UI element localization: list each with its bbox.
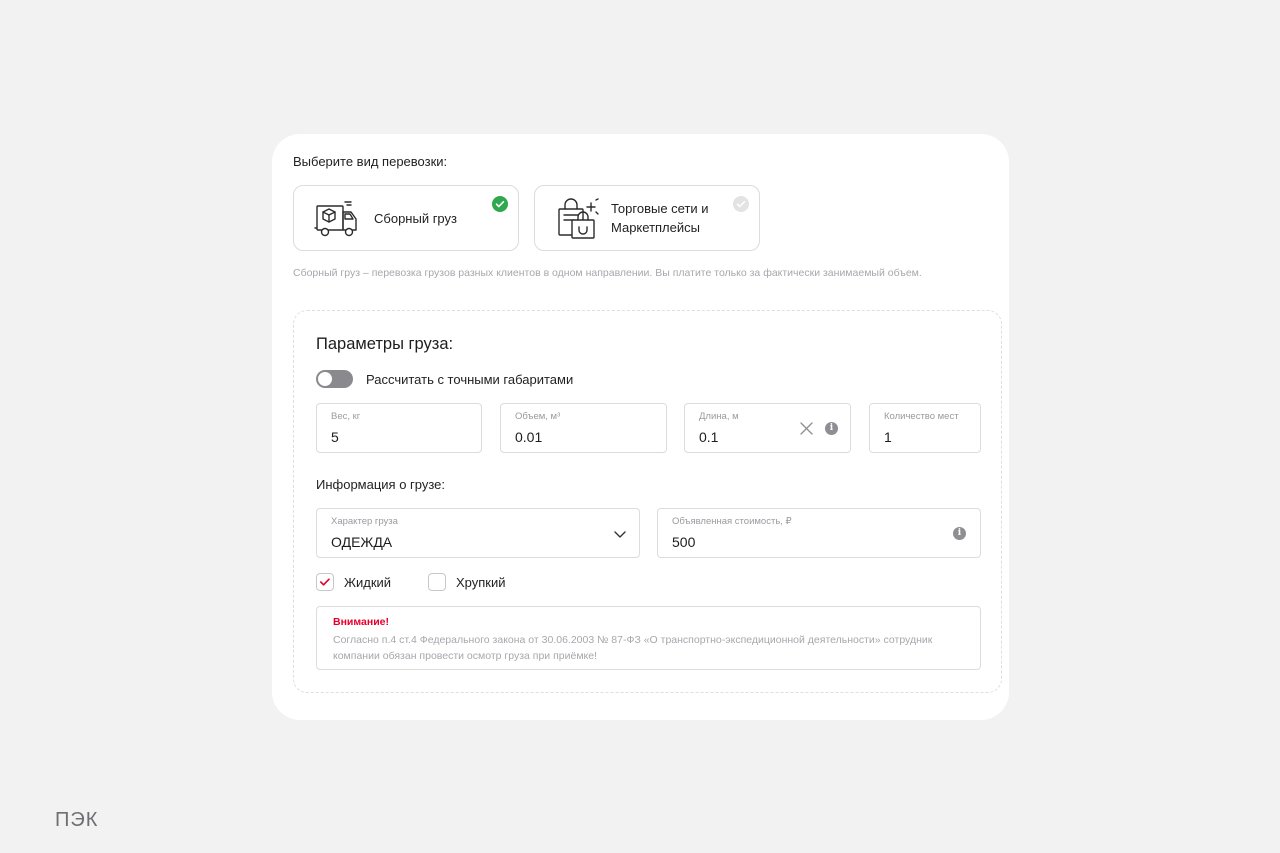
liquid-checkbox-label: Жидкий	[344, 575, 392, 590]
checkmark-icon	[320, 578, 330, 586]
transport-description: Сборный груз – перевозка грузов разных к…	[293, 267, 922, 279]
exact-dimensions-toggle[interactable]	[316, 370, 353, 388]
toggle-knob	[318, 372, 332, 386]
weight-label: Вес, кг	[331, 411, 361, 422]
info-icon[interactable]: i	[825, 422, 838, 435]
warning-title: Внимание!	[333, 616, 389, 628]
volume-value: 0.01	[515, 429, 543, 445]
unselected-check-icon	[733, 196, 749, 212]
weight-value: 5	[331, 429, 339, 445]
shopping-bags-icon	[558, 198, 599, 239]
volume-field[interactable]: Объем, м³ 0.01	[500, 403, 667, 453]
transport-type-title: Выберите вид перевозки:	[293, 154, 448, 169]
transport-option-label: Сборный груз	[374, 211, 457, 226]
length-label: Длина, м	[699, 411, 739, 422]
declared-value-value: 500	[672, 534, 696, 550]
clear-icon[interactable]	[799, 421, 814, 436]
transport-option-label: Торговые сети и Маркетплейсы	[611, 201, 709, 235]
transport-option-consolidated[interactable]: Сборный груз	[293, 185, 519, 251]
declared-value-field[interactable]: Объявленная стоимость, ₽ 500 i	[657, 508, 981, 558]
warning-notice: Внимание! Согласно п.4 ст.4 Федерального…	[316, 606, 981, 670]
selected-check-icon	[492, 196, 508, 212]
fragile-checkbox-label: Хрупкий	[456, 575, 506, 590]
cargo-type-value: ОДЕЖДА	[331, 534, 393, 550]
transport-option-marketplaces[interactable]: Торговые сети и Маркетплейсы	[534, 185, 760, 251]
places-label: Количество мест	[884, 411, 959, 422]
warning-text: Согласно п.4 ст.4 Федерального закона от…	[333, 634, 933, 662]
volume-label: Объем, м³	[515, 411, 561, 422]
cargo-params-section: Параметры груза: Рассчитать с точными га…	[293, 310, 1002, 693]
delivery-truck-icon	[314, 201, 357, 237]
places-field[interactable]: Количество мест 1	[869, 403, 981, 453]
cargo-type-select[interactable]: Характер груза ОДЕЖДА	[316, 508, 640, 558]
fragile-checkbox[interactable]	[428, 573, 446, 591]
liquid-checkbox[interactable]	[316, 573, 334, 591]
toggle-label: Рассчитать с точными габаритами	[366, 372, 574, 387]
cargo-info-title: Информация о грузе:	[316, 477, 446, 492]
calculator-card: Выберите вид перевозки: Сборный груз Тор…	[272, 134, 1009, 720]
declared-value-label: Объявленная стоимость, ₽	[672, 516, 792, 527]
cargo-type-label: Характер груза	[331, 516, 398, 527]
chevron-down-icon	[614, 531, 626, 538]
weight-field[interactable]: Вес, кг 5	[316, 403, 482, 453]
brand-logo: ПЭК	[55, 809, 99, 831]
info-icon[interactable]: i	[953, 527, 966, 540]
params-title: Параметры груза:	[316, 335, 454, 353]
places-value: 1	[884, 429, 892, 445]
length-field[interactable]: Длина, м 0.1 i	[684, 403, 851, 453]
length-value: 0.1	[699, 429, 719, 445]
